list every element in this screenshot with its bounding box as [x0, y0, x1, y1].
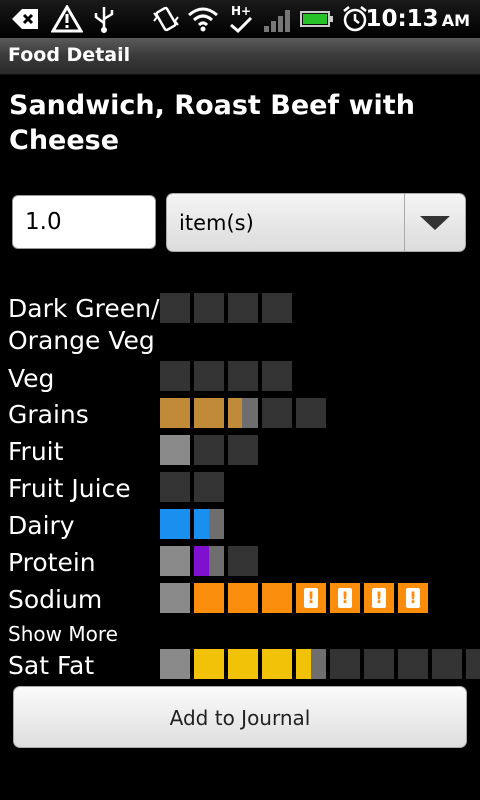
serving-box-empty: [194, 435, 224, 465]
exceeded-warning-icon: !: [296, 583, 326, 613]
clock: 10:13 AM: [365, 6, 470, 32]
serving-box-empty: [160, 361, 190, 391]
serving-box-consumed: [160, 435, 190, 465]
serving-box-empty: [296, 398, 326, 428]
status-bar: H+ 10:13 AM: [0, 0, 480, 38]
vibrate-icon: [150, 5, 182, 33]
serving-box-consumed: [160, 583, 190, 613]
signal-icon: [262, 5, 294, 33]
serving-box-empty: [466, 649, 480, 679]
serving-box-empty: [330, 649, 360, 679]
nutrient-label-grains: Grains: [8, 400, 89, 429]
nutrient-label-fruit: Fruit: [8, 437, 64, 466]
nutrient-label-sodium: Sodium: [8, 585, 103, 614]
serving-box-empty: [228, 546, 258, 576]
wifi-icon: [186, 5, 220, 33]
nutrient-label-protein: Protein: [8, 548, 96, 577]
show-more-link[interactable]: Show More: [8, 620, 118, 648]
unit-dropdown[interactable]: item(s): [166, 193, 466, 252]
serving-box-filled: [262, 583, 292, 613]
usb-icon: [90, 5, 118, 33]
serving-box-filled: [160, 398, 190, 428]
nutrient-label-veg: Veg: [8, 364, 55, 393]
serving-box-consumed: [160, 649, 190, 679]
title-bar: Food Detail: [0, 38, 480, 75]
serving-box-empty: [194, 361, 224, 391]
serving-box-empty: [228, 435, 258, 465]
serving-box-filled: [228, 583, 258, 613]
serving-box-empty: [398, 649, 428, 679]
warning-icon: [50, 5, 84, 33]
serving-box-empty: [364, 649, 394, 679]
dropdown-arrow-icon[interactable]: [404, 194, 465, 251]
serving-box-partial: [296, 649, 326, 679]
exceeded-warning-icon: !: [330, 583, 360, 613]
nutrient-label-sat-fat: Sat Fat: [8, 651, 95, 680]
serving-box-filled: [160, 509, 190, 539]
hplus-icon: H+: [226, 5, 256, 33]
serving-box-empty: [228, 293, 258, 323]
exceeded-warning-icon: !: [398, 583, 428, 613]
exceeded-warning-icon: !: [364, 583, 394, 613]
nutrient-label-dairy: Dairy: [8, 511, 75, 540]
nutrient-label-fruit-juice: Fruit Juice: [8, 474, 131, 503]
serving-box-empty: [432, 649, 462, 679]
serving-box-partial: [194, 546, 224, 576]
page-title: Food Detail: [8, 44, 131, 66]
serving-box-empty: [194, 293, 224, 323]
serving-box-filled: [228, 649, 258, 679]
serving-box-filled: [262, 649, 292, 679]
usb-debug-icon: [8, 5, 42, 33]
quantity-input[interactable]: 1.0: [12, 195, 156, 249]
serving-box-empty: [194, 472, 224, 502]
battery-icon: [300, 5, 334, 33]
serving-box-filled: [194, 649, 224, 679]
serving-box-empty: [262, 361, 292, 391]
food-name: Sandwich, Roast Beef with Cheese: [9, 90, 415, 156]
serving-box-empty: [160, 472, 190, 502]
serving-box-consumed: [160, 546, 190, 576]
serving-box-empty: [262, 398, 292, 428]
serving-box-filled: [194, 398, 224, 428]
serving-box-empty: [160, 293, 190, 323]
serving-box-filled: [194, 583, 224, 613]
serving-box-empty: [228, 361, 258, 391]
unit-selected-value: item(s): [179, 211, 254, 235]
serving-box-empty: [262, 293, 292, 323]
nutrient-label-dark-green-orange-veg: Dark Green/ Orange Veg: [8, 294, 160, 355]
serving-box-partial: [194, 509, 224, 539]
add-to-journal-button[interactable]: Add to Journal: [13, 686, 467, 748]
serving-box-partial: [228, 398, 258, 428]
